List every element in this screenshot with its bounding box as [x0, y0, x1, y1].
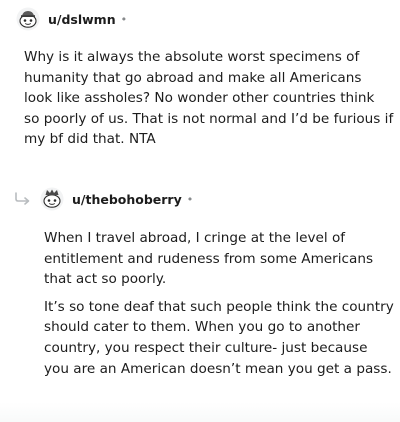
snoo-avatar-icon[interactable]: [15, 6, 41, 32]
comment-reply: u/thebohoberry • When I travel abroad, I…: [0, 186, 400, 379]
comment-username[interactable]: u/thebohoberry: [72, 192, 182, 207]
meta-separator: •: [120, 12, 128, 26]
comment-meta: u/dslwmn •: [0, 6, 400, 32]
comment-body: Why is it always the absolute worst spec…: [24, 47, 394, 150]
comment-username[interactable]: u/dslwmn: [48, 12, 116, 27]
bottom-fade: [0, 402, 400, 422]
comment: u/dslwmn • Why is it always the absolute…: [0, 6, 400, 150]
meta-separator: •: [186, 192, 194, 206]
comment-paragraph: When I travel abroad, I cringe at the le…: [44, 230, 374, 288]
comment-meta: u/thebohoberry •: [0, 186, 400, 212]
comment-paragraph: It’s so tone deaf that such people think…: [44, 298, 394, 377]
comment-body: When I travel abroad, I cringe at the le…: [44, 228, 394, 379]
comment-paragraph: Why is it always the absolute worst spec…: [24, 49, 394, 148]
reply-arrow-icon: [14, 189, 34, 209]
snoo-avatar-icon[interactable]: [39, 186, 65, 212]
